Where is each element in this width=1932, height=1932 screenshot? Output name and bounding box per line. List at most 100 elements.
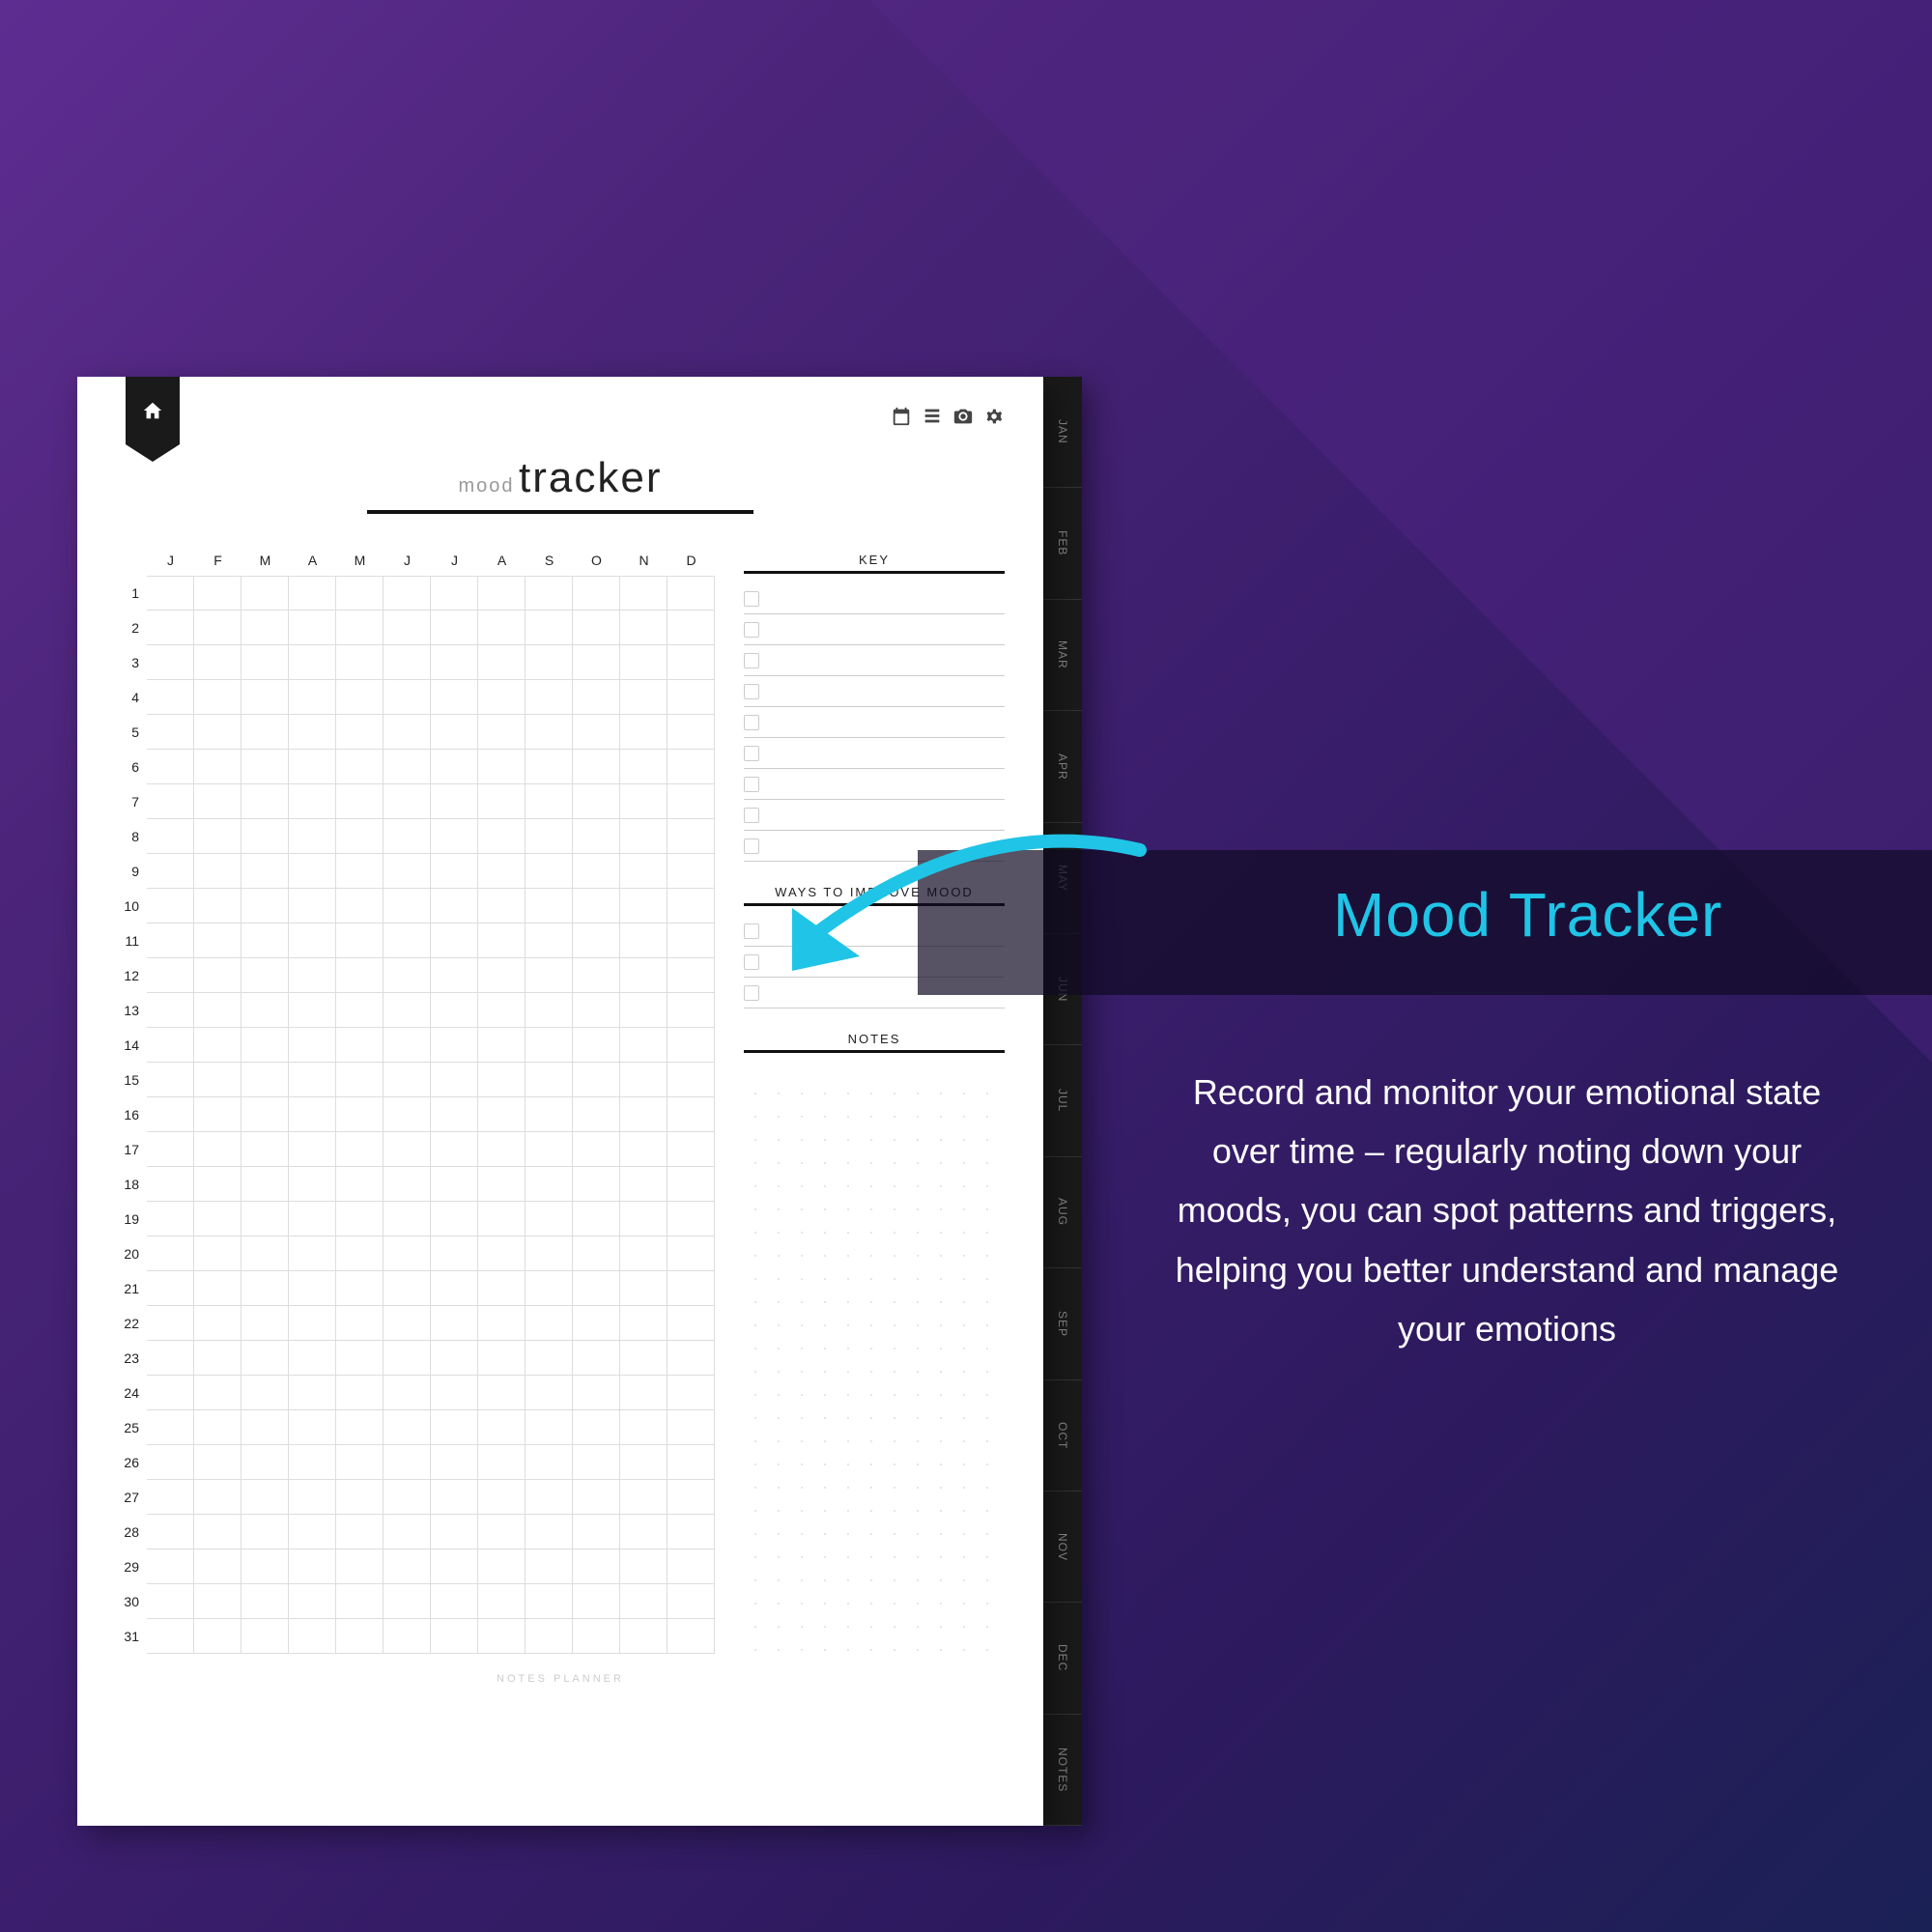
mood-cell[interactable] [431,1132,478,1167]
mood-cell[interactable] [242,750,289,784]
mood-cell[interactable] [194,1584,242,1619]
mood-cell[interactable] [668,1028,715,1063]
mood-cell[interactable] [194,1028,242,1063]
mood-cell[interactable] [147,1306,194,1341]
mood-cell[interactable] [478,1515,526,1549]
mood-cell[interactable] [526,889,573,923]
mood-cell[interactable] [526,1341,573,1376]
mood-cell[interactable] [573,680,620,715]
mood-cell[interactable] [668,1097,715,1132]
mood-cell[interactable] [620,1063,668,1097]
mood-cell[interactable] [336,1202,384,1236]
month-tab[interactable]: SEP [1043,1268,1082,1379]
mood-cell[interactable] [620,1236,668,1271]
mood-cell[interactable] [478,1028,526,1063]
mood-cell[interactable] [384,1341,431,1376]
mood-cell[interactable] [194,1132,242,1167]
mood-cell[interactable] [573,1167,620,1202]
mood-cell[interactable] [242,1549,289,1584]
mood-cell[interactable] [242,1584,289,1619]
mood-cell[interactable] [478,1132,526,1167]
mood-cell[interactable] [573,1097,620,1132]
mood-cell[interactable] [194,1202,242,1236]
mood-cell[interactable] [289,1410,336,1445]
mood-cell[interactable] [573,1271,620,1306]
mood-cell[interactable] [336,1341,384,1376]
mood-cell[interactable] [526,750,573,784]
mood-cell[interactable] [478,1549,526,1584]
mood-cell[interactable] [242,1445,289,1480]
key-line[interactable] [744,707,1005,738]
mood-cell[interactable] [620,680,668,715]
mood-cell[interactable] [431,889,478,923]
mood-cell[interactable] [526,1028,573,1063]
mood-cell[interactable] [289,1376,336,1410]
mood-cell[interactable] [573,1445,620,1480]
month-tab[interactable]: NOV [1043,1492,1082,1603]
mood-cell[interactable] [573,1132,620,1167]
mood-cell[interactable] [668,993,715,1028]
mood-cell[interactable] [384,1167,431,1202]
mood-cell[interactable] [668,1480,715,1515]
mood-cell[interactable] [336,1236,384,1271]
mood-cell[interactable] [431,1410,478,1445]
mood-cell[interactable] [242,645,289,680]
mood-cell[interactable] [289,611,336,645]
mood-cell[interactable] [147,1515,194,1549]
mood-cell[interactable] [478,819,526,854]
camera-icon[interactable] [952,406,974,427]
mood-cell[interactable] [384,784,431,819]
mood-cell[interactable] [147,958,194,993]
mood-cell[interactable] [147,889,194,923]
mood-cell[interactable] [573,1584,620,1619]
mood-cell[interactable] [620,750,668,784]
mood-cell[interactable] [194,1306,242,1341]
mood-cell[interactable] [478,1097,526,1132]
mood-cell[interactable] [289,784,336,819]
mood-cell[interactable] [147,1028,194,1063]
mood-cell[interactable] [573,1063,620,1097]
mood-cell[interactable] [194,1271,242,1306]
mood-cell[interactable] [478,645,526,680]
mood-cell[interactable] [573,611,620,645]
mood-cell[interactable] [384,993,431,1028]
mood-cell[interactable] [242,1306,289,1341]
mood-cell[interactable] [242,1515,289,1549]
mood-cell[interactable] [289,889,336,923]
mood-cell[interactable] [573,889,620,923]
mood-cell[interactable] [478,1445,526,1480]
mood-cell[interactable] [384,1097,431,1132]
mood-cell[interactable] [526,1306,573,1341]
mood-cell[interactable] [289,1549,336,1584]
mood-cell[interactable] [384,645,431,680]
mood-cell[interactable] [194,1480,242,1515]
mood-cell[interactable] [384,750,431,784]
mood-cell[interactable] [336,611,384,645]
mood-cell[interactable] [242,611,289,645]
mood-cell[interactable] [147,923,194,958]
mood-cell[interactable] [147,1445,194,1480]
mood-cell[interactable] [242,993,289,1028]
mood-cell[interactable] [431,993,478,1028]
mood-cell[interactable] [526,1236,573,1271]
mood-cell[interactable] [242,784,289,819]
mood-cell[interactable] [336,1028,384,1063]
mood-cell[interactable] [147,1376,194,1410]
mood-cell[interactable] [431,1271,478,1306]
mood-cell[interactable] [384,1236,431,1271]
mood-cell[interactable] [431,1167,478,1202]
mood-cell[interactable] [242,1376,289,1410]
mood-cell[interactable] [478,1063,526,1097]
mood-cell[interactable] [431,576,478,611]
mood-cell[interactable] [194,958,242,993]
mood-cell[interactable] [620,1376,668,1410]
mood-cell[interactable] [289,1619,336,1654]
key-line[interactable] [744,645,1005,676]
mood-cell[interactable] [336,576,384,611]
mood-cell[interactable] [526,819,573,854]
mood-cell[interactable] [620,1167,668,1202]
mood-cell[interactable] [620,1584,668,1619]
home-bookmark[interactable] [126,377,180,444]
mood-cell[interactable] [384,1410,431,1445]
mood-cell[interactable] [620,1132,668,1167]
